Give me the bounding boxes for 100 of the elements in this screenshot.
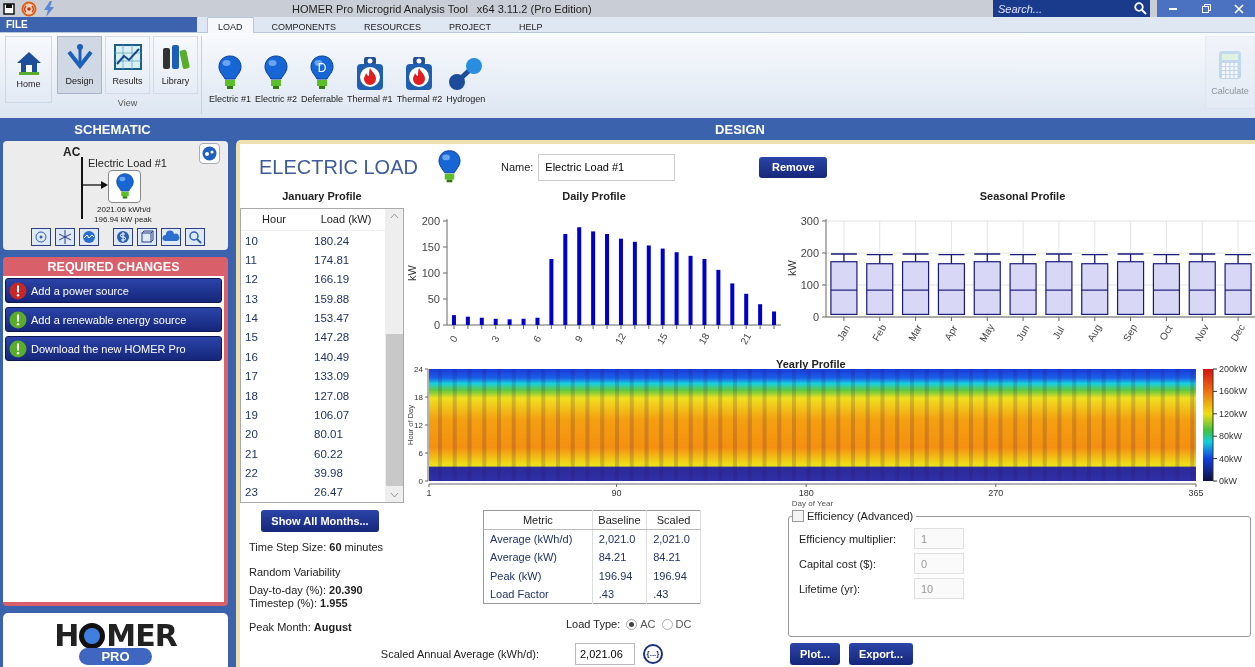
- scale-label: 200kW: [1219, 364, 1247, 374]
- search-icon[interactable]: [1134, 2, 1147, 15]
- action-button[interactable]: Export...: [848, 643, 913, 665]
- view-button[interactable]: Design: [57, 36, 102, 94]
- bulb-icon: [437, 149, 461, 185]
- table-cell-text: 147.28: [313, 331, 351, 344]
- group-label: View: [117, 98, 138, 108]
- radio-option[interactable]: DC: [661, 618, 692, 630]
- file-menu[interactable]: FILE: [0, 17, 197, 32]
- flame-icon: [405, 57, 434, 91]
- load-button[interactable]: D Deferrable: [299, 55, 346, 104]
- field-label: Efficiency multiplier:: [799, 532, 897, 545]
- ribbon-tab[interactable]: PROJECT: [439, 17, 502, 33]
- search-field[interactable]: Search...: [993, 0, 1150, 17]
- home-button[interactable]: Home: [5, 36, 52, 103]
- target-icon[interactable]: [31, 228, 51, 246]
- radio-button[interactable]: [626, 618, 638, 630]
- calculator-icon: [1218, 49, 1242, 80]
- wave-icon[interactable]: [79, 228, 99, 246]
- axis-tick-label: 6: [418, 449, 423, 458]
- scale-label: 0kW: [1219, 476, 1237, 486]
- required-change-button[interactable]: Add a renewable energy source: [5, 307, 222, 332]
- axis-tick-label: Sep: [1120, 322, 1140, 344]
- radio-button[interactable]: [661, 618, 673, 630]
- bar: [702, 258, 707, 325]
- axis-tick-label: Apr: [942, 323, 960, 343]
- axis-tick-label: 18: [414, 393, 423, 402]
- axis-tick-label: 100: [800, 279, 819, 291]
- section-header: DESIGN: [715, 121, 765, 137]
- load-button[interactable]: Electric #1: [207, 55, 254, 104]
- radio-option[interactable]: AC: [626, 618, 656, 630]
- edit-button[interactable]: {...}: [643, 643, 663, 664]
- table-cell-text: 174.81: [313, 253, 351, 266]
- bulb-icon: [217, 55, 243, 91]
- axis-tick-label: Aug: [1085, 322, 1104, 344]
- wind-turbine-icon[interactable]: [55, 228, 75, 246]
- load-button[interactable]: Electric #2: [253, 55, 300, 104]
- view-button[interactable]: Results: [105, 36, 150, 94]
- show-all-months-button[interactable]: Show All Months...: [261, 510, 379, 532]
- load-node[interactable]: [108, 170, 141, 203]
- chart-title: Yearly Profile: [776, 358, 846, 370]
- table-cell-text: 127.08: [313, 389, 351, 402]
- table-cell-text: 22: [244, 467, 259, 480]
- required-change-button[interactable]: Add a power source: [5, 278, 222, 303]
- scaled-average-field[interactable]: 2,021.06: [575, 642, 635, 665]
- cube-icon[interactable]: [137, 228, 157, 246]
- view-button[interactable]: Library: [153, 36, 198, 94]
- box-plot: [1081, 253, 1109, 315]
- variability-label: Timestep (%): 1.955: [249, 597, 349, 609]
- view-toggle-button[interactable]: [199, 143, 220, 164]
- logo-badge: PRO: [79, 648, 152, 665]
- axis-tick-label: 0: [418, 477, 423, 486]
- zoom-icon[interactable]: [185, 228, 205, 246]
- table-cell-text: 23: [244, 486, 259, 499]
- connector-arrow: [83, 181, 108, 189]
- section-header: SCHEMATIC: [74, 121, 151, 137]
- sun-icon: [78, 622, 107, 650]
- compass-icon: [65, 44, 94, 70]
- table-cell-text: 26.47: [313, 486, 344, 499]
- load-button[interactable]: Thermal #2: [394, 57, 445, 104]
- column-header: Metric: [522, 514, 553, 526]
- load-button[interactable]: Thermal #1: [345, 57, 395, 104]
- version-label: x64 3.11.2 (Pro Edition): [476, 2, 592, 15]
- box-plot: [901, 253, 930, 315]
- required-change-button[interactable]: Download the new HOMER Pro: [5, 336, 222, 361]
- bus-label: AC: [63, 145, 81, 159]
- energy-label: 2021.06 kWh/d: [97, 205, 151, 214]
- name-field[interactable]: Electric Load #1: [538, 153, 676, 181]
- box-plot: [1009, 253, 1037, 315]
- box-plot: [830, 253, 858, 315]
- ribbon-tab[interactable]: COMPONENTS: [261, 17, 347, 33]
- remove-button[interactable]: Remove: [759, 156, 828, 178]
- chart-icon: [113, 44, 142, 70]
- bar: [465, 316, 470, 325]
- field-label: Capital cost ($):: [799, 557, 878, 570]
- table-cell-text: 11: [244, 253, 258, 266]
- bar: [758, 304, 763, 325]
- axis-tick-label: Jul: [1050, 324, 1067, 342]
- ribbon-tab[interactable]: LOAD: [207, 17, 254, 33]
- ribbon-tab[interactable]: RESOURCES: [354, 17, 432, 33]
- action-button[interactable]: Plot...: [790, 643, 840, 665]
- axis-tick-label: 0: [433, 319, 440, 331]
- save-icon[interactable]: [3, 2, 15, 15]
- checkbox[interactable]: [792, 510, 804, 522]
- field-label: Lifetime (yr):: [799, 582, 862, 595]
- table-cell-text: 39.98: [313, 467, 344, 480]
- ribbon-tab[interactable]: HELP: [509, 17, 553, 33]
- dollar-icon[interactable]: [113, 228, 133, 246]
- table-cell: Load Factor: [490, 588, 549, 600]
- axis-tick-label: 365: [1188, 488, 1204, 498]
- cloud-icon[interactable]: [161, 228, 181, 246]
- bar: [479, 317, 484, 325]
- axis-tick-label: 0: [812, 311, 819, 323]
- axis-tick-label: Oct: [1157, 323, 1175, 343]
- broadcast-icon[interactable]: [21, 0, 37, 17]
- bar: [535, 317, 540, 325]
- table-cell-text: 18: [244, 389, 259, 402]
- chart-title: Daily Profile: [562, 190, 626, 202]
- load-button[interactable]: Hydrogen: [444, 57, 488, 104]
- axis-tick-label: 6: [530, 333, 544, 344]
